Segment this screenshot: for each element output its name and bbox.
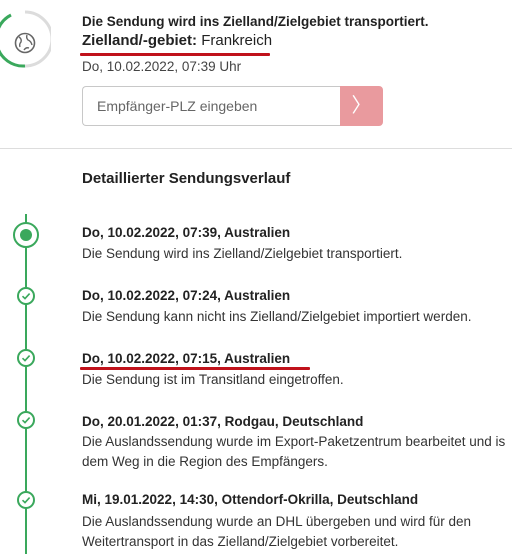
event-heading: Do, 10.02.2022, 07:39, Australien	[82, 225, 291, 240]
timeline-active-dot	[20, 229, 32, 241]
event-heading: Do, 20.01.2022, 01:37, Rodgau, Deutschla…	[82, 414, 364, 429]
section-divider	[0, 148, 512, 149]
event-description: Die Auslandssendung wurde an DHL übergeb…	[82, 514, 472, 549]
check-icon	[17, 349, 35, 367]
status-headline: Die Sendung wird ins Zielland/Zielgebiet…	[82, 14, 429, 29]
chevron-right-icon: 〉	[351, 95, 372, 117]
red-underline-annotation	[80, 53, 270, 56]
event-description: Die Sendung ist im Transitland eingetrof…	[82, 372, 344, 387]
event-heading: Do, 10.02.2022, 07:24, Australien	[82, 288, 291, 303]
event-heading: Do, 10.02.2022, 07:15, Australien	[82, 351, 291, 366]
event-heading: Mi, 19.01.2022, 14:30, Ottendorf-Okrilla…	[82, 492, 419, 507]
plz-submit-button[interactable]: 〉	[340, 86, 383, 126]
check-icon	[17, 287, 35, 305]
check-icon	[17, 491, 35, 509]
history-title: Detaillierter Sendungsverlauf	[82, 170, 291, 187]
status-progress-ring	[0, 8, 54, 70]
destination-line: Zielland/-gebiet: Frankreich	[82, 32, 272, 49]
status-timestamp: Do, 10.02.2022, 07:39 Uhr	[82, 59, 242, 74]
destination-label: Zielland/-gebiet:	[82, 32, 198, 49]
check-icon	[17, 411, 35, 429]
event-description: Die Auslandssendung wurde im Export-Pake…	[82, 434, 506, 469]
globe-icon	[14, 32, 36, 59]
recipient-plz-input[interactable]	[82, 86, 340, 126]
event-description: Die Sendung kann nicht ins Zielland/Ziel…	[82, 309, 472, 324]
destination-value: Frankreich	[201, 32, 273, 49]
event-description: Die Sendung wird ins Zielland/Zielgebiet…	[82, 246, 403, 261]
